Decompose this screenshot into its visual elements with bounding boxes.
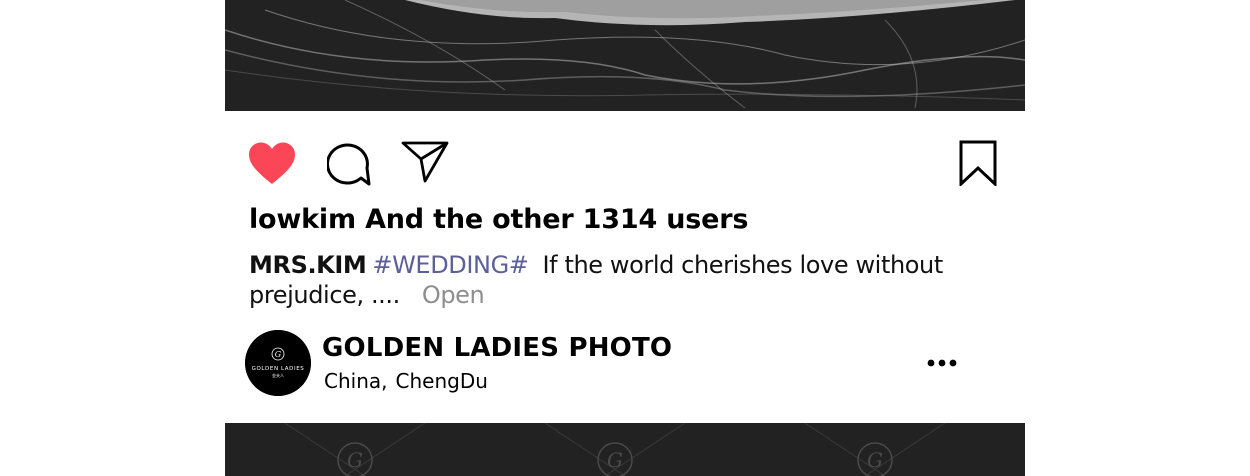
svg-text:G: G <box>607 448 623 472</box>
svg-text:G: G <box>867 448 883 472</box>
page: lowkim And the other 1314 users MRS.KIM #… <box>0 0 1250 476</box>
caption-hashtag[interactable]: #WEDDING# <box>372 251 529 279</box>
heart-icon[interactable] <box>247 141 297 186</box>
svg-text:GOLDEN LADIES: GOLDEN LADIES <box>252 366 305 372</box>
svg-text:G: G <box>275 350 282 359</box>
svg-text:G: G <box>347 448 363 472</box>
comment-bubble-icon[interactable] <box>327 141 371 186</box>
post-caption: MRS.KIM #WEDDING# If the world cherishes l… <box>249 250 949 310</box>
avatar[interactable]: G GOLDEN LADIES 金夫人 <box>245 330 311 396</box>
svg-text:金夫人: 金夫人 <box>272 372 284 378</box>
likes-count[interactable]: lowkim And the other 1314 users <box>249 204 748 235</box>
paper-plane-icon[interactable] <box>401 140 449 184</box>
caption-open-link[interactable]: Open <box>422 281 485 309</box>
post-location[interactable]: China, ChengDu <box>324 369 488 393</box>
post-card: lowkim And the other 1314 users MRS.KIM #… <box>225 0 1025 476</box>
golden-ladies-watermark: G G G <box>225 423 1025 476</box>
caption-text-continued: prejudice, .... <box>249 281 400 309</box>
account-name[interactable]: GOLDEN LADIES PHOTO <box>322 333 672 363</box>
location-city: ChengDu <box>395 369 488 393</box>
caption-text: If the world cherishes love without <box>542 251 944 279</box>
more-horizontal-icon[interactable] <box>925 350 959 376</box>
veil-image <box>225 0 1025 111</box>
next-post-photo[interactable]: G G G <box>225 423 1025 476</box>
post-photo[interactable] <box>225 0 1025 111</box>
bookmark-icon[interactable] <box>959 140 997 186</box>
location-country: China, <box>324 369 388 393</box>
caption-username[interactable]: MRS.KIM <box>249 251 367 279</box>
golden-ladies-logo: G GOLDEN LADIES 金夫人 <box>245 330 311 396</box>
